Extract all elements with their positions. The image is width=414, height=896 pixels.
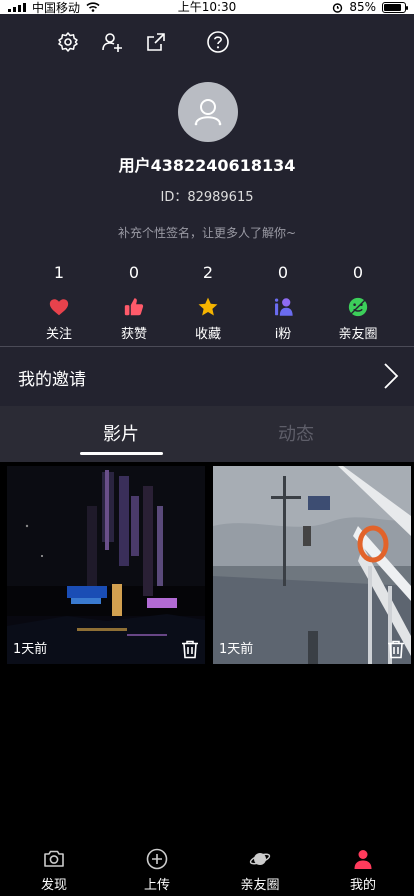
stat-favorites[interactable]: 2 收藏 (178, 262, 238, 342)
stats-row: 1 关注 0 获赞 2 收藏 0 i粉 0 亲友圈 (0, 262, 414, 342)
trash-icon[interactable] (386, 639, 406, 659)
video-thumbnail-night-city (7, 466, 205, 664)
video-thumbnail-ship-deck (213, 466, 411, 664)
stat-label: 亲友圈 (338, 327, 378, 342)
help-icon[interactable] (206, 30, 230, 54)
active-tab-indicator (80, 452, 163, 455)
upload-plus-icon (146, 848, 168, 870)
video-timestamp: 1天前 (13, 642, 48, 657)
status-bar: 中国移动 上午10:30 85% (0, 0, 414, 15)
stat-count: 0 (128, 263, 140, 282)
content-tabs: 影片 动态 (0, 406, 414, 462)
stat-label: 收藏 (194, 327, 221, 342)
avatar[interactable] (178, 82, 238, 142)
tab-videos[interactable]: 影片 (76, 420, 166, 446)
trash-icon[interactable] (180, 639, 200, 659)
stat-count: 0 (352, 263, 364, 282)
username: 用户4382240618134 (118, 156, 296, 175)
fans-icon (274, 298, 293, 316)
stat-following[interactable]: 1 关注 (29, 262, 89, 342)
video-tile[interactable]: 1天前 (7, 466, 205, 664)
nav-label: 我的 (349, 878, 376, 893)
star-icon (198, 297, 218, 316)
video-grid: 1天前 1天前 (0, 466, 414, 664)
profile-icon (354, 850, 372, 869)
invite-label: 我的邀请 (18, 370, 86, 390)
heart-icon (49, 299, 69, 316)
alarm-icon (333, 2, 343, 13)
stat-likes[interactable]: 0 获赞 (104, 262, 164, 342)
battery-icon (382, 1, 408, 13)
planet-icon (249, 853, 271, 865)
signature-prompt[interactable]: 补充个性签名，让更多人了解你~ (0, 224, 414, 241)
chevron-right-icon (384, 363, 399, 389)
stat-label: i粉 (274, 327, 292, 342)
stat-friends-circle[interactable]: 0 亲友圈 (328, 262, 388, 342)
nav-discover[interactable]: 发现 (19, 848, 89, 893)
stat-label: 关注 (45, 327, 72, 342)
stat-count: 1 (53, 263, 65, 282)
camera-icon (44, 850, 64, 867)
gear-icon[interactable] (56, 30, 80, 54)
battery-percent: 85% (349, 0, 376, 14)
video-tile[interactable]: 1天前 (213, 466, 411, 664)
share-icon[interactable] (144, 30, 168, 54)
bottom-nav: 发现 上传 亲友圈 我的 (0, 840, 414, 896)
stat-label: 获赞 (120, 327, 147, 342)
nav-label: 发现 (40, 878, 67, 893)
thumbs-up-icon (124, 298, 144, 316)
nav-profile[interactable]: 我的 (328, 848, 398, 893)
tab-moments[interactable]: 动态 (251, 420, 341, 446)
stat-count: 2 (202, 263, 214, 282)
video-timestamp: 1天前 (219, 642, 254, 657)
stat-fans[interactable]: 0 i粉 (253, 262, 313, 342)
friends-circle-icon (348, 297, 368, 317)
default-avatar-icon (194, 99, 222, 126)
nav-label: 上传 (143, 878, 170, 893)
add-user-icon[interactable] (100, 30, 124, 54)
my-invitations-row[interactable]: 我的邀请 (0, 347, 414, 406)
stat-count: 0 (277, 263, 289, 282)
user-id: ID：82989615 (160, 190, 254, 205)
nav-label: 亲友圈 (240, 878, 280, 893)
nav-upload[interactable]: 上传 (122, 848, 192, 893)
nav-friends-circle[interactable]: 亲友圈 (225, 848, 295, 893)
